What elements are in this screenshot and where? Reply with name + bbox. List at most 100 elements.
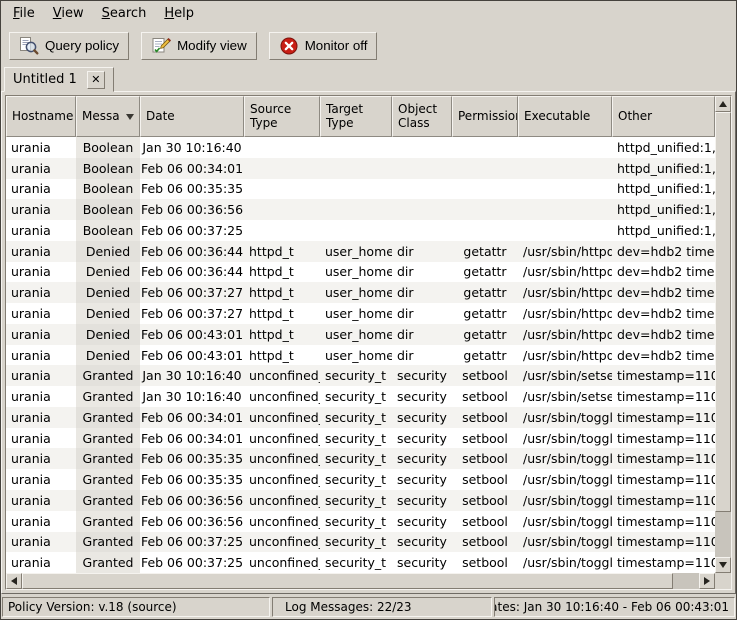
scroll-right-button[interactable] <box>699 573 715 589</box>
cell-permission: setbool <box>452 490 518 511</box>
cell-hostname: urania <box>6 511 76 532</box>
table-row[interactable]: uraniaGrantedFeb 06 00:35:35unconfined_s… <box>6 448 715 469</box>
column-header-label: Messa <box>82 110 120 124</box>
table-body: uraniaBooleanJan 30 10:16:40httpd_unifie… <box>6 137 715 573</box>
column-header-label: Target Type <box>326 103 386 131</box>
cell-permission: setbool <box>452 448 518 469</box>
column-header-label: Source Type <box>250 103 314 131</box>
menu-search[interactable]: Search <box>93 2 156 26</box>
horizontal-scrollbar[interactable] <box>6 573 715 589</box>
cell-object_class: dir <box>392 241 452 262</box>
scroll-down-button[interactable] <box>715 557 731 573</box>
cell-permission <box>452 158 518 179</box>
cell-message: Boolean <box>76 179 140 200</box>
table-row[interactable]: uraniaGrantedJan 30 10:16:40unconfined_s… <box>6 365 715 386</box>
table-row[interactable]: uraniaBooleanJan 30 10:16:40httpd_unifie… <box>6 137 715 158</box>
table-row[interactable]: uraniaDeniedFeb 06 00:43:01httpd_tuser_h… <box>6 345 715 366</box>
table-row[interactable]: uraniaGrantedFeb 06 00:34:01unconfined_s… <box>6 407 715 428</box>
column-header-other[interactable]: Other <box>612 96 715 137</box>
menu-help[interactable]: Help <box>155 2 203 26</box>
cell-date: Feb 06 00:34:01 <box>140 428 244 449</box>
cell-date: Feb 06 00:35:35 <box>140 448 244 469</box>
tab-close-icon[interactable]: ✕ <box>87 71 105 89</box>
tab-untitled-1[interactable]: Untitled 1 ✕ <box>4 67 114 92</box>
menu-view[interactable]: View <box>44 2 93 26</box>
cell-permission: setbool <box>452 532 518 553</box>
cell-message: Granted <box>76 532 140 553</box>
table-row[interactable]: uraniaDeniedFeb 06 00:43:01httpd_tuser_h… <box>6 324 715 345</box>
table-row[interactable]: uraniaDeniedFeb 06 00:37:27httpd_tuser_h… <box>6 303 715 324</box>
cell-date: Feb 06 00:43:01 <box>140 345 244 366</box>
cell-other: dev=hdb2 timesta <box>612 324 715 345</box>
table-row[interactable]: uraniaDeniedFeb 06 00:37:27httpd_tuser_h… <box>6 282 715 303</box>
cell-permission: getattr <box>452 324 518 345</box>
column-header-date[interactable]: Date <box>140 96 244 137</box>
column-header-permission[interactable]: Permission <box>452 96 518 137</box>
column-header-executable[interactable]: Executable <box>518 96 612 137</box>
tab-strip: Untitled 1 ✕ <box>1 64 736 91</box>
table-row[interactable]: uraniaGrantedFeb 06 00:37:25unconfined_s… <box>6 552 715 573</box>
cell-executable: /usr/sbin/toggle <box>518 490 612 511</box>
cell-executable: /usr/sbin/toggle <box>518 428 612 449</box>
modify-view-button[interactable]: Modify view <box>141 32 257 60</box>
table-row[interactable]: uraniaBooleanFeb 06 00:34:01httpd_unifie… <box>6 158 715 179</box>
status-policy-version: Policy Version: v.18 (source) <box>2 597 270 617</box>
cell-other: timestamp=11076 <box>612 469 715 490</box>
table-row[interactable]: uraniaBooleanFeb 06 00:37:25httpd_unifie… <box>6 220 715 241</box>
seaudit-window: File View Search Help Query policy <box>0 0 737 620</box>
table-row[interactable]: uraniaBooleanFeb 06 00:35:35httpd_unifie… <box>6 179 715 200</box>
cell-executable: /usr/sbin/setseb <box>518 386 612 407</box>
cell-message: Granted <box>76 490 140 511</box>
column-header-label: Permission <box>458 110 512 124</box>
table-row[interactable]: uraniaGrantedJan 30 10:16:40unconfined_s… <box>6 386 715 407</box>
cell-other: timestamp=11076 <box>612 511 715 532</box>
cell-object_class: security <box>392 448 452 469</box>
log-table: HostnameMessaDateSource TypeTarget TypeO… <box>5 95 732 590</box>
cell-permission: getattr <box>452 282 518 303</box>
cell-permission: setbool <box>452 511 518 532</box>
table-row[interactable]: uraniaDeniedFeb 06 00:36:44httpd_tuser_h… <box>6 262 715 283</box>
vertical-scrollbar[interactable] <box>715 96 731 573</box>
column-header-target_type[interactable]: Target Type <box>320 96 392 137</box>
cell-permission: setbool <box>452 552 518 573</box>
column-header-object_class[interactable]: Object Class <box>392 96 452 137</box>
table-row[interactable]: uraniaDeniedFeb 06 00:36:44httpd_tuser_h… <box>6 241 715 262</box>
scroll-left-button[interactable] <box>6 573 22 589</box>
cell-other: httpd_unified:1, h <box>612 179 715 200</box>
modify-view-label: Modify view <box>177 38 247 53</box>
scroll-up-button[interactable] <box>715 96 731 112</box>
cell-other: httpd_unified:1, h <box>612 220 715 241</box>
column-header-message[interactable]: Messa <box>76 96 140 137</box>
table-row[interactable]: uraniaGrantedFeb 06 00:36:56unconfined_s… <box>6 511 715 532</box>
cell-target_type: user_home_ <box>320 324 392 345</box>
cell-date: Feb 06 00:36:44 <box>140 262 244 283</box>
table-row[interactable]: uraniaGrantedFeb 06 00:36:56unconfined_s… <box>6 490 715 511</box>
cell-message: Boolean <box>76 158 140 179</box>
column-header-source_type[interactable]: Source Type <box>244 96 320 137</box>
cell-permission: setbool <box>452 365 518 386</box>
cell-hostname: urania <box>6 490 76 511</box>
table-row[interactable]: uraniaGrantedFeb 06 00:37:25unconfined_s… <box>6 532 715 553</box>
toolbar: Query policy Modify view Mo <box>1 27 736 64</box>
cell-target_type: user_home_ <box>320 303 392 324</box>
column-header-hostname[interactable]: Hostname <box>6 96 76 137</box>
cell-object_class: dir <box>392 262 452 283</box>
cell-other: timestamp=11071 <box>612 365 715 386</box>
cell-executable: /usr/sbin/setseb <box>518 365 612 386</box>
cell-permission: getattr <box>452 303 518 324</box>
vertical-scrollbar-thumb[interactable] <box>715 112 731 512</box>
table-row[interactable]: uraniaGrantedFeb 06 00:35:35unconfined_s… <box>6 469 715 490</box>
cell-object_class: security <box>392 469 452 490</box>
column-header-label: Hostname <box>12 110 70 124</box>
cell-hostname: urania <box>6 220 76 241</box>
table-row[interactable]: uraniaBooleanFeb 06 00:36:56httpd_unifie… <box>6 199 715 220</box>
horizontal-scrollbar-thumb[interactable] <box>22 573 673 589</box>
cell-target_type: security_t <box>320 365 392 386</box>
tab-label: Untitled 1 <box>13 72 77 87</box>
monitor-off-button[interactable]: Monitor off <box>269 32 378 60</box>
query-policy-button[interactable]: Query policy <box>9 32 129 60</box>
menu-file[interactable]: File <box>4 2 44 26</box>
cell-target_type <box>320 199 392 220</box>
table-row[interactable]: uraniaGrantedFeb 06 00:34:01unconfined_s… <box>6 428 715 449</box>
cell-date: Feb 06 00:36:56 <box>140 490 244 511</box>
